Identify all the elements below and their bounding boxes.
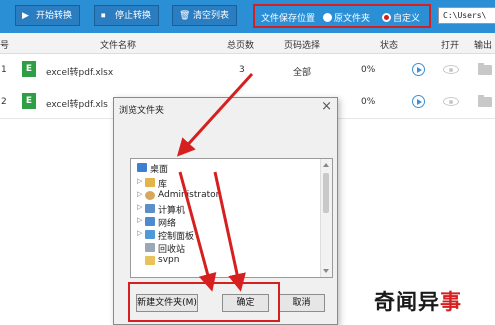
arrow-to-new-folder — [178, 171, 217, 292]
watermark: 奇闻异事 — [374, 286, 462, 316]
annotation-arrows — [176, 72, 254, 292]
arrow-to-ok — [213, 171, 246, 292]
arrow-to-desktop — [176, 72, 254, 157]
watermark-main-text: 奇闻异 — [374, 290, 440, 314]
watermark-accent-text: 事 — [440, 290, 462, 314]
